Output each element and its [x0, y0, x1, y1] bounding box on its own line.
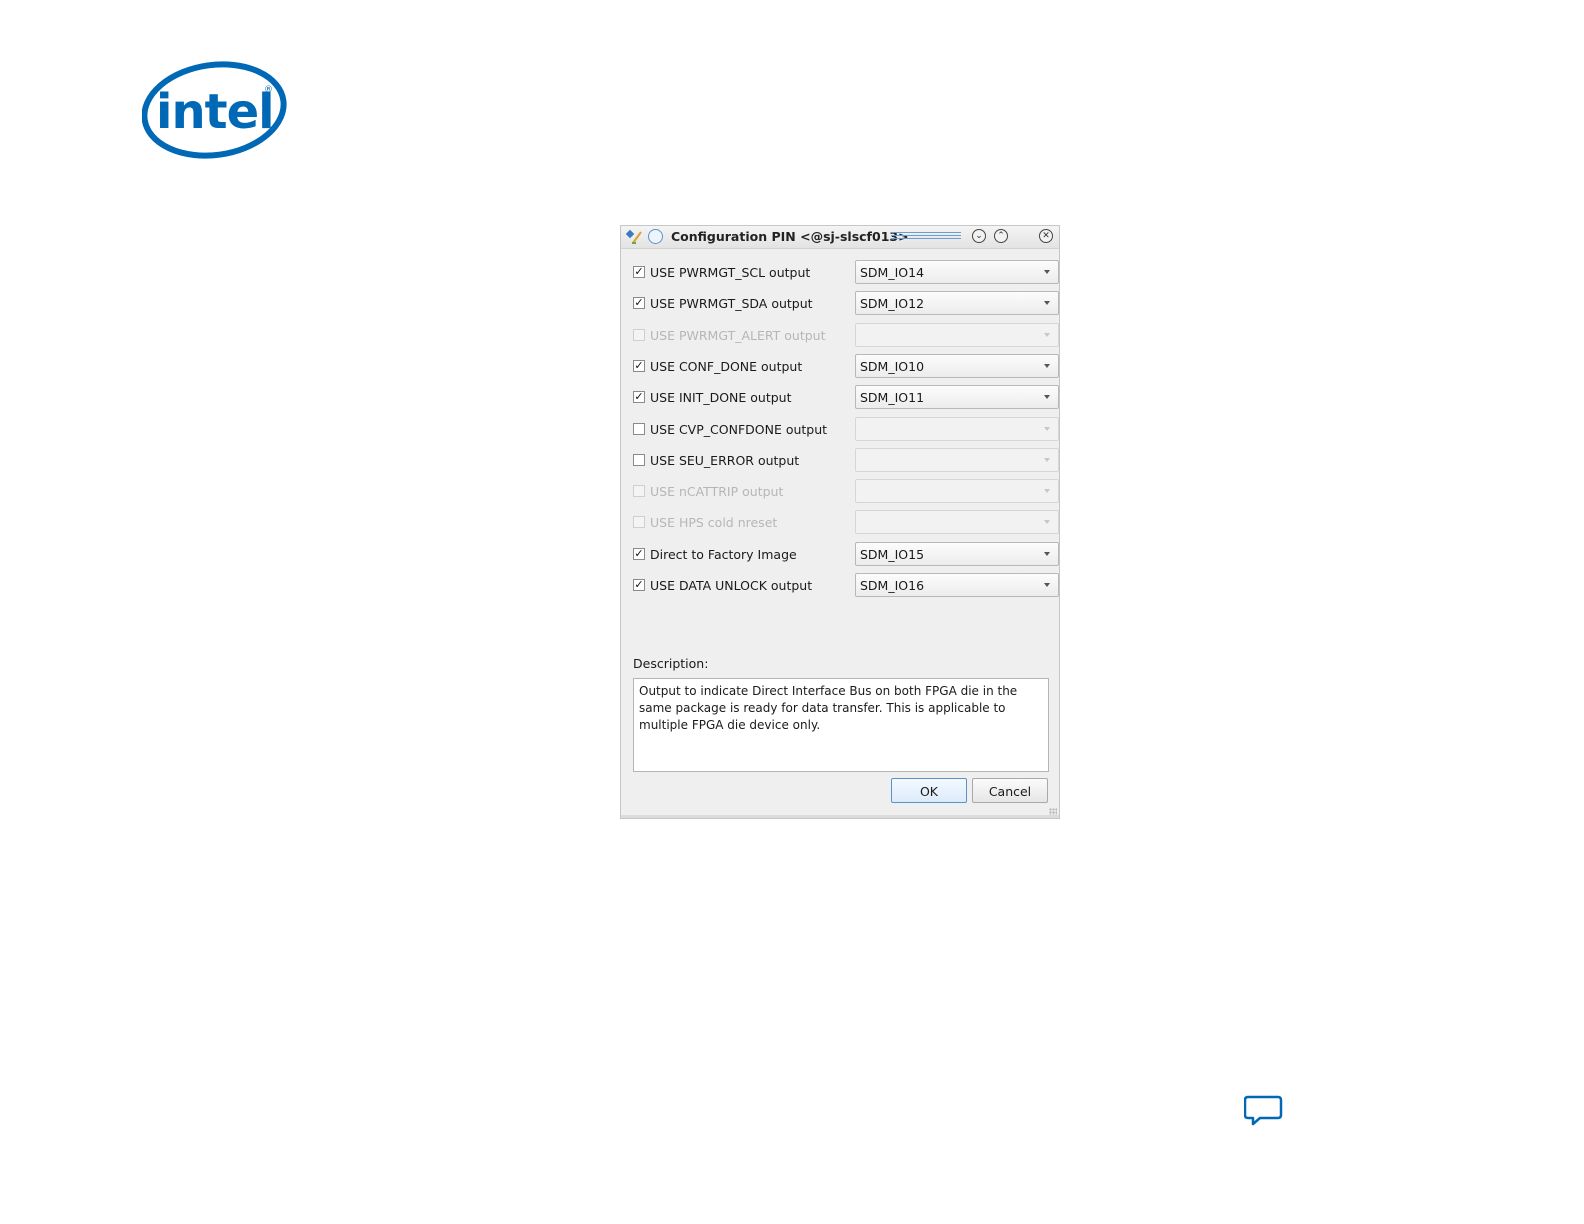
- option-checkbox[interactable]: ✓: [633, 579, 645, 591]
- pin-select: [855, 448, 1059, 472]
- chevron-down-icon: [1044, 489, 1050, 493]
- option-label: USE CVP_CONFDONE output: [650, 422, 828, 437]
- chevron-down-icon: [1044, 395, 1050, 399]
- option-checkbox: [633, 329, 645, 341]
- pin-select[interactable]: SDM_IO16: [855, 573, 1059, 597]
- option-label: USE PWRMGT_SCL output: [650, 265, 811, 280]
- option-row: ✓ USE PWRMGT_SDA output SDM_IO12: [633, 291, 1059, 317]
- chevron-down-icon: [1044, 333, 1050, 337]
- app-icon: [625, 229, 644, 245]
- pin-select[interactable]: SDM_IO12: [855, 291, 1059, 315]
- pin-select: [855, 417, 1059, 441]
- option-checkbox[interactable]: [633, 423, 645, 435]
- status-circle-icon: [648, 229, 663, 244]
- option-row: USE CVP_CONFDONE output: [633, 417, 1059, 443]
- option-label: USE PWRMGT_ALERT output: [650, 328, 826, 343]
- option-checkbox[interactable]: ✓: [633, 391, 645, 403]
- title-decoration: [891, 232, 961, 242]
- chevron-down-icon: [1044, 301, 1050, 305]
- cancel-button[interactable]: Cancel: [972, 778, 1048, 803]
- intel-logo: intel ®: [141, 60, 292, 160]
- option-label: USE HPS cold nreset: [650, 515, 778, 530]
- option-checkbox: [633, 516, 645, 528]
- ok-button[interactable]: OK: [891, 778, 967, 803]
- option-label: USE INIT_DONE output: [650, 390, 792, 405]
- pin-select-value: SDM_IO15: [860, 547, 925, 562]
- dialog-title: Configuration PIN <@sj-slscf013>: [671, 229, 909, 244]
- option-row: USE HPS cold nreset: [633, 510, 1059, 536]
- option-row: ✓ USE DATA UNLOCK output SDM_IO16: [633, 573, 1059, 599]
- page: intel ® Configuration PIN <@sj-slscf013>…: [0, 0, 1584, 1224]
- chevron-down-icon: [1044, 552, 1050, 556]
- option-row: ✓ USE INIT_DONE output SDM_IO11: [633, 385, 1059, 411]
- option-checkbox[interactable]: ✓: [633, 360, 645, 372]
- pin-select: [855, 323, 1059, 347]
- maximize-icon[interactable]: ⌃: [994, 229, 1008, 243]
- chevron-down-icon: [1044, 520, 1050, 524]
- feedback-icon[interactable]: [1243, 1093, 1284, 1129]
- option-label: USE DATA UNLOCK output: [650, 578, 813, 593]
- option-checkbox[interactable]: [633, 454, 645, 466]
- pin-select: [855, 510, 1059, 534]
- description-text: Output to indicate Direct Interface Bus …: [633, 678, 1049, 772]
- option-checkbox: [633, 485, 645, 497]
- pin-select-value: SDM_IO12: [860, 296, 925, 311]
- dialog-bottom-edge: [621, 815, 1059, 818]
- title-bar[interactable]: Configuration PIN <@sj-slscf013> ⌄ ⌃ ✕: [621, 226, 1059, 249]
- option-label: USE nCATTRIP output: [650, 484, 784, 499]
- option-row: USE SEU_ERROR output: [633, 448, 1059, 474]
- pin-select-value: SDM_IO14: [860, 265, 925, 280]
- option-row: ✓ USE CONF_DONE output SDM_IO10: [633, 354, 1059, 380]
- pin-select[interactable]: SDM_IO14: [855, 260, 1059, 284]
- pin-select[interactable]: SDM_IO11: [855, 385, 1059, 409]
- pin-select: [855, 479, 1059, 503]
- option-label: Direct to Factory Image: [650, 547, 797, 562]
- chevron-down-icon: [1044, 270, 1050, 274]
- option-row: ✓ Direct to Factory Image SDM_IO15: [633, 542, 1059, 568]
- description-label: Description:: [633, 656, 709, 671]
- option-row: USE nCATTRIP output: [633, 479, 1059, 505]
- pin-select[interactable]: SDM_IO15: [855, 542, 1059, 566]
- chevron-down-icon: [1044, 364, 1050, 368]
- svg-text:®: ®: [264, 85, 273, 95]
- option-label: USE SEU_ERROR output: [650, 453, 800, 468]
- minimize-icon[interactable]: ⌄: [972, 229, 986, 243]
- chevron-down-icon: [1044, 458, 1050, 462]
- option-row: ✓ USE PWRMGT_SCL output SDM_IO14: [633, 260, 1059, 286]
- option-label: USE CONF_DONE output: [650, 359, 803, 374]
- option-checkbox[interactable]: ✓: [633, 548, 645, 560]
- pin-select[interactable]: SDM_IO10: [855, 354, 1059, 378]
- pin-select-value: SDM_IO16: [860, 578, 925, 593]
- option-row: USE PWRMGT_ALERT output: [633, 323, 1059, 349]
- pin-select-value: SDM_IO10: [860, 359, 925, 374]
- close-icon[interactable]: ✕: [1039, 229, 1053, 243]
- pin-select-value: SDM_IO11: [860, 390, 925, 405]
- chevron-down-icon: [1044, 583, 1050, 587]
- option-label: USE PWRMGT_SDA output: [650, 296, 813, 311]
- option-checkbox[interactable]: ✓: [633, 297, 645, 309]
- svg-text:intel: intel: [156, 84, 274, 140]
- configuration-pin-dialog: Configuration PIN <@sj-slscf013> ⌄ ⌃ ✕ ✓…: [620, 225, 1060, 819]
- option-checkbox[interactable]: ✓: [633, 266, 645, 278]
- chevron-down-icon: [1044, 427, 1050, 431]
